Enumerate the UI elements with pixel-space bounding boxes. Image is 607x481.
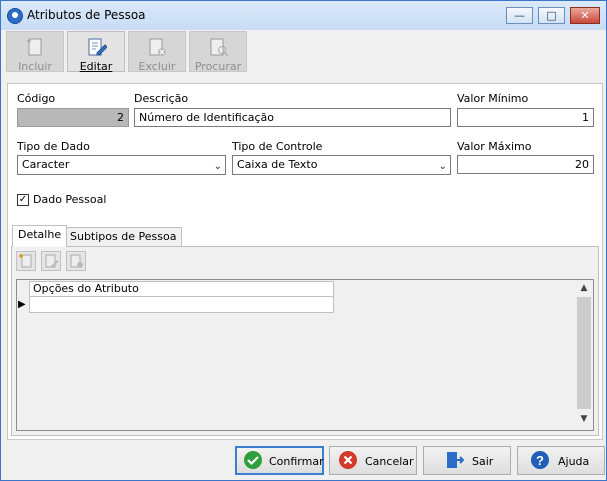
ajuda-label: Ajuda: [558, 455, 590, 468]
minimize-button[interactable]: —: [506, 7, 533, 24]
excluir-label: Excluir: [138, 60, 176, 73]
exit-door-icon: [447, 452, 464, 468]
search-document-icon: [210, 38, 229, 57]
cancelar-button[interactable]: Cancelar: [329, 446, 417, 475]
tab-detalhe[interactable]: Detalhe: [12, 225, 68, 247]
chevron-down-icon[interactable]: ⌄: [439, 158, 447, 176]
excluir-button[interactable]: Excluir: [128, 31, 186, 73]
tipo-controle-select[interactable]: Caixa de Texto ⌄: [232, 155, 451, 175]
toolbar: Incluir Editar Excluir Procurar: [3, 30, 604, 74]
tipo-dado-select[interactable]: Caracter ⌄: [17, 155, 226, 175]
table-row[interactable]: [29, 297, 334, 313]
row-indicator-icon: ▶: [18, 299, 26, 310]
valor-maximo-label: Valor Máximo: [457, 140, 532, 153]
scroll-up-icon[interactable]: ▲: [576, 281, 592, 295]
confirmar-label: Confirmar: [269, 455, 324, 468]
dado-pessoal-label[interactable]: Dado Pessoal: [33, 193, 106, 206]
descricao-label: Descrição: [134, 92, 189, 105]
confirmar-button[interactable]: Confirmar: [235, 446, 324, 475]
scroll-down-icon[interactable]: ▼: [576, 412, 592, 426]
tipo-controle-label: Tipo de Controle: [232, 140, 323, 153]
procurar-label: Procurar: [194, 60, 242, 73]
detalhe-tab-panel: Opções do Atributo ▶ ▲ ▼: [11, 246, 599, 436]
editar-button[interactable]: Editar: [67, 31, 125, 73]
maximize-button[interactable]: □: [538, 7, 565, 24]
sair-button[interactable]: Sair: [423, 446, 511, 475]
grid-edit-button[interactable]: [41, 251, 61, 271]
dado-pessoal-checkbox[interactable]: ✓: [17, 194, 29, 206]
column-header-opcoes[interactable]: Opções do Atributo: [29, 281, 334, 297]
close-button[interactable]: ✕: [570, 7, 600, 24]
check-icon: [244, 451, 262, 469]
scroll-thumb[interactable]: [577, 297, 591, 409]
valor-maximo-field[interactable]: 20: [457, 155, 594, 174]
tipo-dado-value: Caracter: [22, 158, 70, 171]
title-bar[interactable]: Atributos de Pessoa — □ ✕: [1, 1, 606, 30]
window-title: Atributos de Pessoa: [27, 8, 146, 22]
cancelar-label: Cancelar: [365, 455, 414, 468]
opcoes-grid[interactable]: Opções do Atributo ▶ ▲ ▼: [16, 279, 594, 431]
delete-document-icon: [70, 254, 83, 268]
ajuda-button[interactable]: ? Ajuda: [517, 446, 605, 475]
chevron-down-icon[interactable]: ⌄: [214, 158, 222, 176]
codigo-field[interactable]: 2: [17, 108, 129, 127]
editar-label: Editar: [79, 60, 113, 73]
help-icon: ?: [531, 451, 549, 469]
edit-document-icon: [45, 254, 59, 268]
add-document-icon: [19, 254, 32, 268]
incluir-button[interactable]: Incluir: [6, 31, 64, 73]
dialog-window: Atributos de Pessoa — □ ✕ Incluir Editar: [0, 0, 607, 481]
grid-delete-button[interactable]: [66, 251, 86, 271]
tipo-dado-label: Tipo de Dado: [17, 140, 90, 153]
descricao-field[interactable]: Número de Identificação: [134, 108, 451, 127]
app-icon: [7, 8, 23, 24]
vertical-scrollbar[interactable]: ▲ ▼: [576, 281, 592, 427]
add-document-icon: [27, 38, 42, 56]
svg-text:?: ?: [536, 453, 544, 468]
valor-minimo-label: Valor Mínimo: [457, 92, 529, 105]
cancel-icon: [339, 451, 357, 469]
edit-document-icon: [88, 38, 107, 56]
sair-label: Sair: [472, 455, 494, 468]
grid-add-button[interactable]: [16, 251, 36, 271]
codigo-label: Código: [17, 92, 56, 105]
procurar-button[interactable]: Procurar: [189, 31, 247, 73]
tab-subtipos-de-pessoa[interactable]: Subtipos de Pessoa: [64, 227, 183, 247]
incluir-label: Incluir: [18, 60, 52, 73]
delete-document-icon: [149, 38, 166, 56]
tipo-controle-value: Caixa de Texto: [237, 158, 318, 171]
valor-minimo-field[interactable]: 1: [457, 108, 594, 127]
